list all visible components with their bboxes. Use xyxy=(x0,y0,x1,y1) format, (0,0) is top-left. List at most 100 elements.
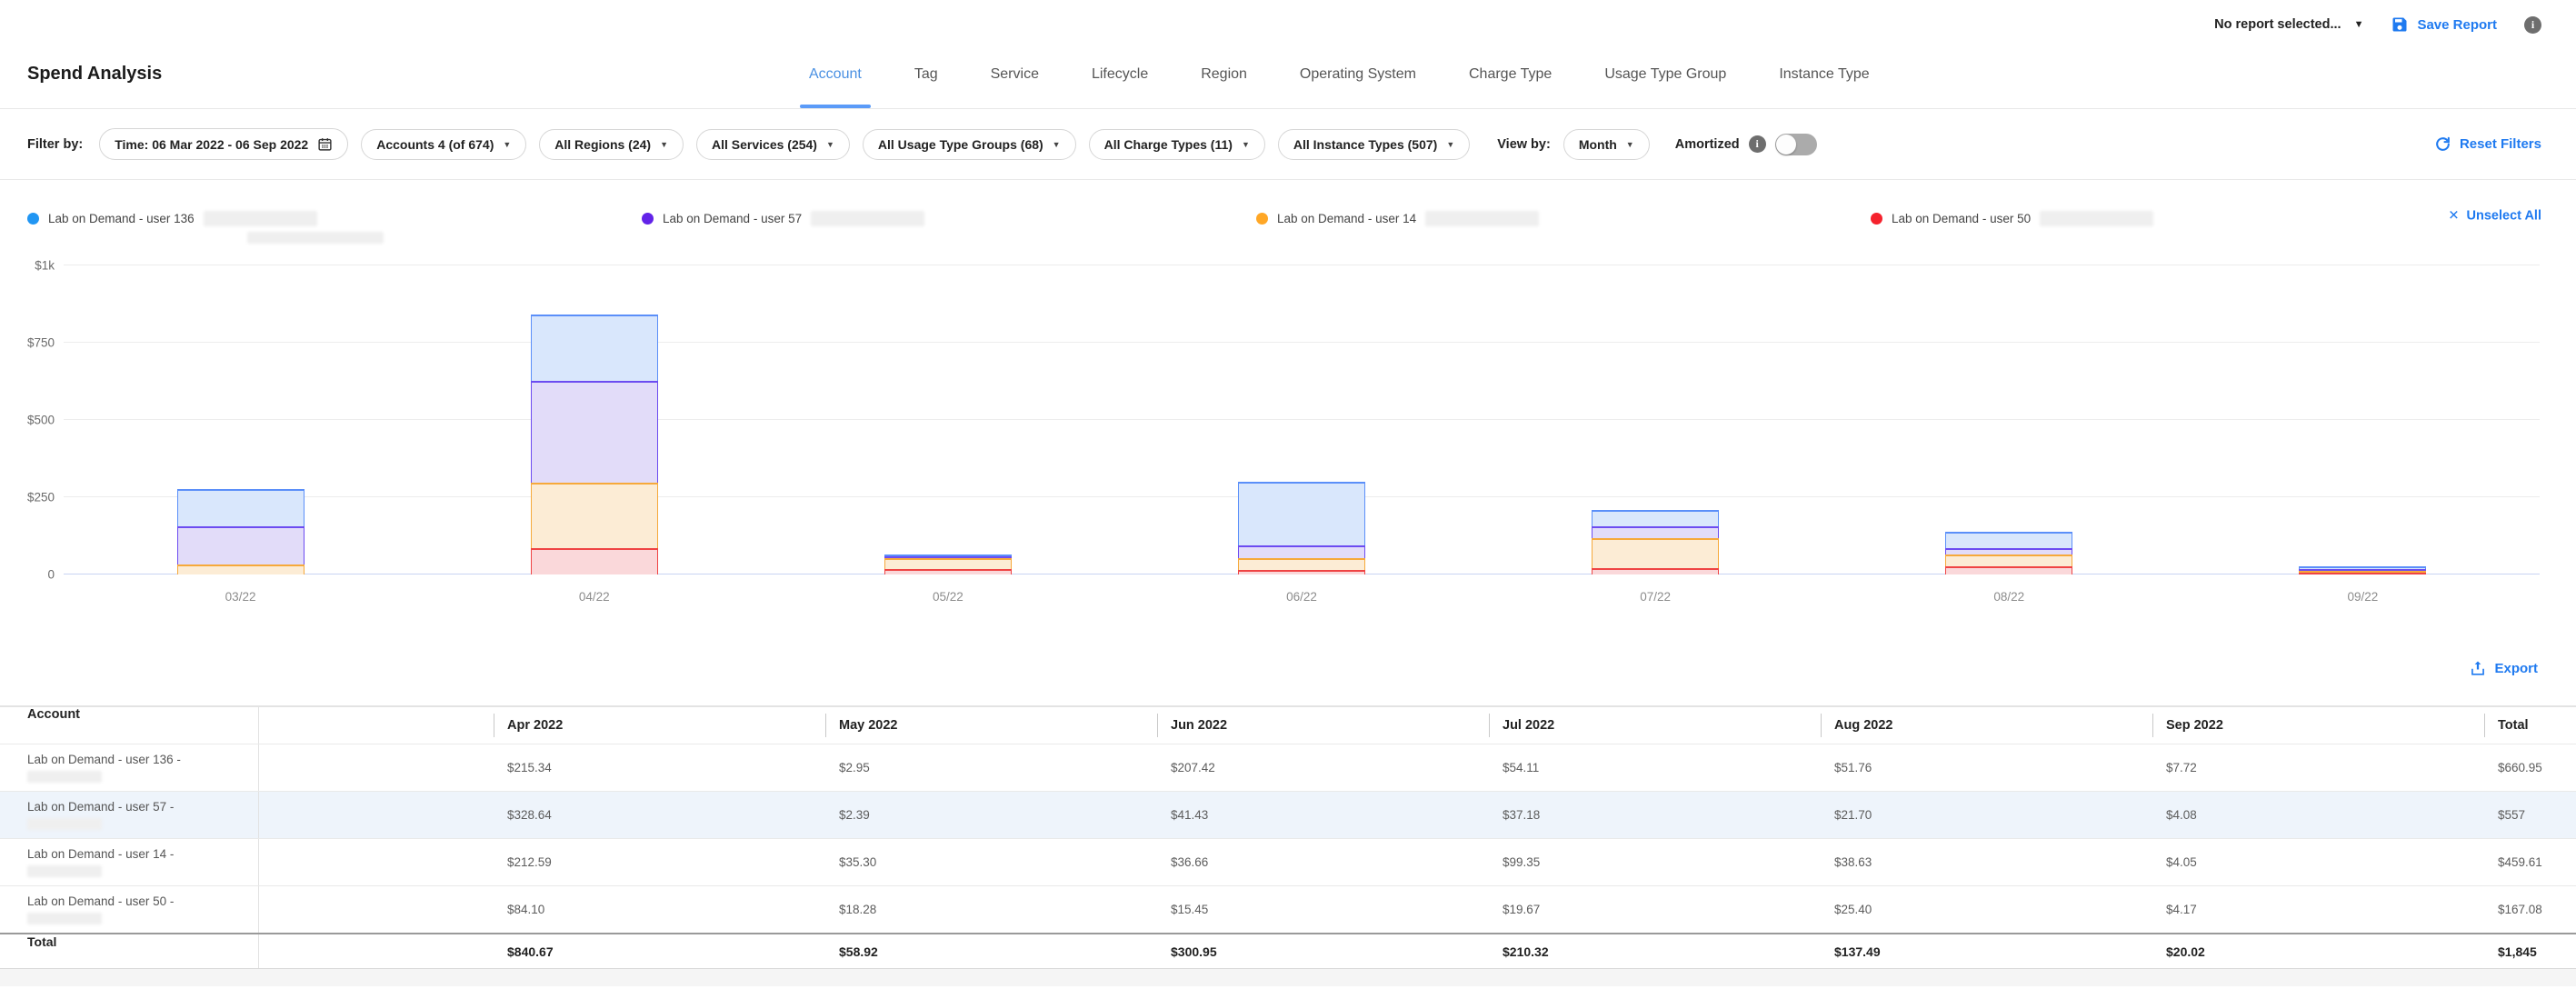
value-cell: $557 xyxy=(2484,792,2576,838)
column-header-sep: Sep 2022 xyxy=(2152,707,2484,744)
stacked-bar-09/22[interactable] xyxy=(2299,265,2426,574)
bar-segment[interactable] xyxy=(1238,482,1365,546)
chevron-down-icon: ▼ xyxy=(1626,140,1634,149)
bar-segment[interactable] xyxy=(884,569,1012,574)
value-cell: $99.35 xyxy=(1489,839,1821,885)
tab-charge-type[interactable]: Charge Type xyxy=(1469,40,1552,108)
bar-segment[interactable] xyxy=(884,558,1012,569)
view-by-select[interactable]: Month ▼ xyxy=(1563,129,1650,160)
bar-segment[interactable] xyxy=(531,381,658,483)
legend-item-user-14[interactable]: Lab on Demand - user 14 xyxy=(1256,211,1871,226)
column-header-account: Account xyxy=(0,707,259,744)
unselect-all-button[interactable]: ✕ Unselect All xyxy=(2448,209,2541,224)
report-selector[interactable]: No report selected... ▼ xyxy=(2214,17,2363,32)
stacked-bar-07/22[interactable] xyxy=(1592,265,1719,574)
stacked-bar-05/22[interactable] xyxy=(884,265,1012,574)
value-cell: $15.45 xyxy=(1157,886,1489,933)
account-name: Lab on Demand - user 57 - xyxy=(27,800,174,814)
tab-region[interactable]: Region xyxy=(1201,40,1247,108)
total-value-cell: $300.95 xyxy=(1157,934,1489,968)
bar-segment[interactable] xyxy=(1238,545,1365,558)
export-button[interactable]: Export xyxy=(2470,660,2538,676)
usage-type-groups-filter-pill[interactable]: All Usage Type Groups (68) ▼ xyxy=(863,129,1076,160)
services-filter-pill[interactable]: All Services (254) ▼ xyxy=(696,129,850,160)
x-axis-label: 08/22 xyxy=(1832,590,2186,604)
column-header-aug: Aug 2022 xyxy=(1821,707,2152,744)
bar-segment[interactable] xyxy=(177,526,305,564)
close-icon: ✕ xyxy=(2448,209,2459,224)
reset-filters-button[interactable]: Reset Filters xyxy=(2434,135,2541,153)
bar-segment[interactable] xyxy=(1592,568,1719,574)
usage-type-groups-filter-label: All Usage Type Groups (68) xyxy=(878,137,1043,152)
time-filter-pill[interactable]: Time: 06 Mar 2022 - 06 Sep 2022 xyxy=(99,128,348,160)
tab-lifecycle[interactable]: Lifecycle xyxy=(1092,40,1148,108)
chevron-down-icon: ▼ xyxy=(503,140,511,149)
value-cell: $4.17 xyxy=(2152,886,2484,933)
legend-item-user-136[interactable]: Lab on Demand - user 136 xyxy=(27,211,642,226)
bar-segment[interactable] xyxy=(531,548,658,574)
bar-segment[interactable] xyxy=(1592,526,1719,538)
bar-segment[interactable] xyxy=(531,315,658,381)
legend-label: Lab on Demand - user 14 xyxy=(1277,212,1416,225)
legend-label: Lab on Demand - user 136 xyxy=(48,212,195,225)
value-cell: $4.05 xyxy=(2152,839,2484,885)
bar-segment[interactable] xyxy=(1945,548,2072,554)
regions-filter-pill[interactable]: All Regions (24) ▼ xyxy=(539,129,684,160)
account-name: Lab on Demand - user 50 - xyxy=(27,894,174,908)
bar-segment[interactable] xyxy=(1945,554,2072,566)
bar-segment[interactable] xyxy=(177,489,305,526)
accounts-filter-pill[interactable]: Accounts 4 (of 674) ▼ xyxy=(361,129,526,160)
tab-tag[interactable]: Tag xyxy=(914,40,938,108)
stacked-bar-06/22[interactable] xyxy=(1238,265,1365,574)
tab-account[interactable]: Account xyxy=(809,40,862,108)
legend-item-user-50[interactable]: Lab on Demand - user 50 xyxy=(1871,211,2485,226)
value-cell: $41.43 xyxy=(1157,792,1489,838)
bar-segment[interactable] xyxy=(531,483,658,548)
table-row: Lab on Demand - user 136 - $215.34 $2.95… xyxy=(0,744,2576,791)
bar-slot: 05/22 xyxy=(771,265,1124,574)
instance-types-filter-label: All Instance Types (507) xyxy=(1293,137,1437,152)
spacer-cell xyxy=(259,934,494,968)
tab-instance-type[interactable]: Instance Type xyxy=(1779,40,1869,108)
legend-dot xyxy=(27,213,39,225)
value-cell: $25.40 xyxy=(1821,886,2152,933)
charge-types-filter-label: All Charge Types (11) xyxy=(1104,137,1233,152)
x-axis-label: 09/22 xyxy=(2186,590,2540,604)
spend-chart: $1k$750$500$2500 03/2204/2205/2206/2207/… xyxy=(0,256,2576,631)
bar-segment[interactable] xyxy=(2299,573,2426,574)
regions-filter-label: All Regions (24) xyxy=(554,137,651,152)
save-report-button[interactable]: Save Report xyxy=(2391,15,2497,34)
info-icon[interactable]: i xyxy=(1749,135,1766,153)
tab-service[interactable]: Service xyxy=(991,40,1039,108)
bar-slot: 09/22 xyxy=(2186,265,2540,574)
stacked-bar-08/22[interactable] xyxy=(1945,265,2072,574)
spacer-cell xyxy=(259,792,494,838)
bar-segment[interactable] xyxy=(1238,558,1365,569)
instance-types-filter-pill[interactable]: All Instance Types (507) ▼ xyxy=(1278,129,1470,160)
tab-usage-type-group[interactable]: Usage Type Group xyxy=(1604,40,1726,108)
stacked-bar-03/22[interactable] xyxy=(177,265,305,574)
tab-operating-system[interactable]: Operating System xyxy=(1300,40,1416,108)
chevron-down-icon: ▼ xyxy=(1242,140,1250,149)
bar-segment[interactable] xyxy=(177,564,305,574)
amortized-toggle[interactable] xyxy=(1775,134,1817,155)
bar-segment[interactable] xyxy=(1945,532,2072,548)
charge-types-filter-pill[interactable]: All Charge Types (11) ▼ xyxy=(1089,129,1265,160)
redacted-text xyxy=(2040,211,2153,226)
value-cell: $212.59 xyxy=(494,839,825,885)
info-icon[interactable]: i xyxy=(2524,16,2541,34)
account-name: Lab on Demand - user 136 - xyxy=(27,753,181,766)
reset-filters-label: Reset Filters xyxy=(2460,136,2541,152)
spacer-cell xyxy=(259,744,494,791)
y-axis-tick-label: 0 xyxy=(7,568,55,582)
account-cell: Lab on Demand - user 136 - xyxy=(0,744,259,791)
column-spacer xyxy=(259,707,494,744)
x-axis-label: 07/22 xyxy=(1479,590,1832,604)
bar-segment[interactable] xyxy=(1945,566,2072,574)
bar-segment[interactable] xyxy=(1592,510,1719,526)
legend-item-user-57[interactable]: Lab on Demand - user 57 xyxy=(642,211,1256,226)
bar-segment[interactable] xyxy=(1238,570,1365,574)
bar-segment[interactable] xyxy=(1592,538,1719,569)
stacked-bar-04/22[interactable] xyxy=(531,265,658,574)
bar-slot: 04/22 xyxy=(417,265,771,574)
